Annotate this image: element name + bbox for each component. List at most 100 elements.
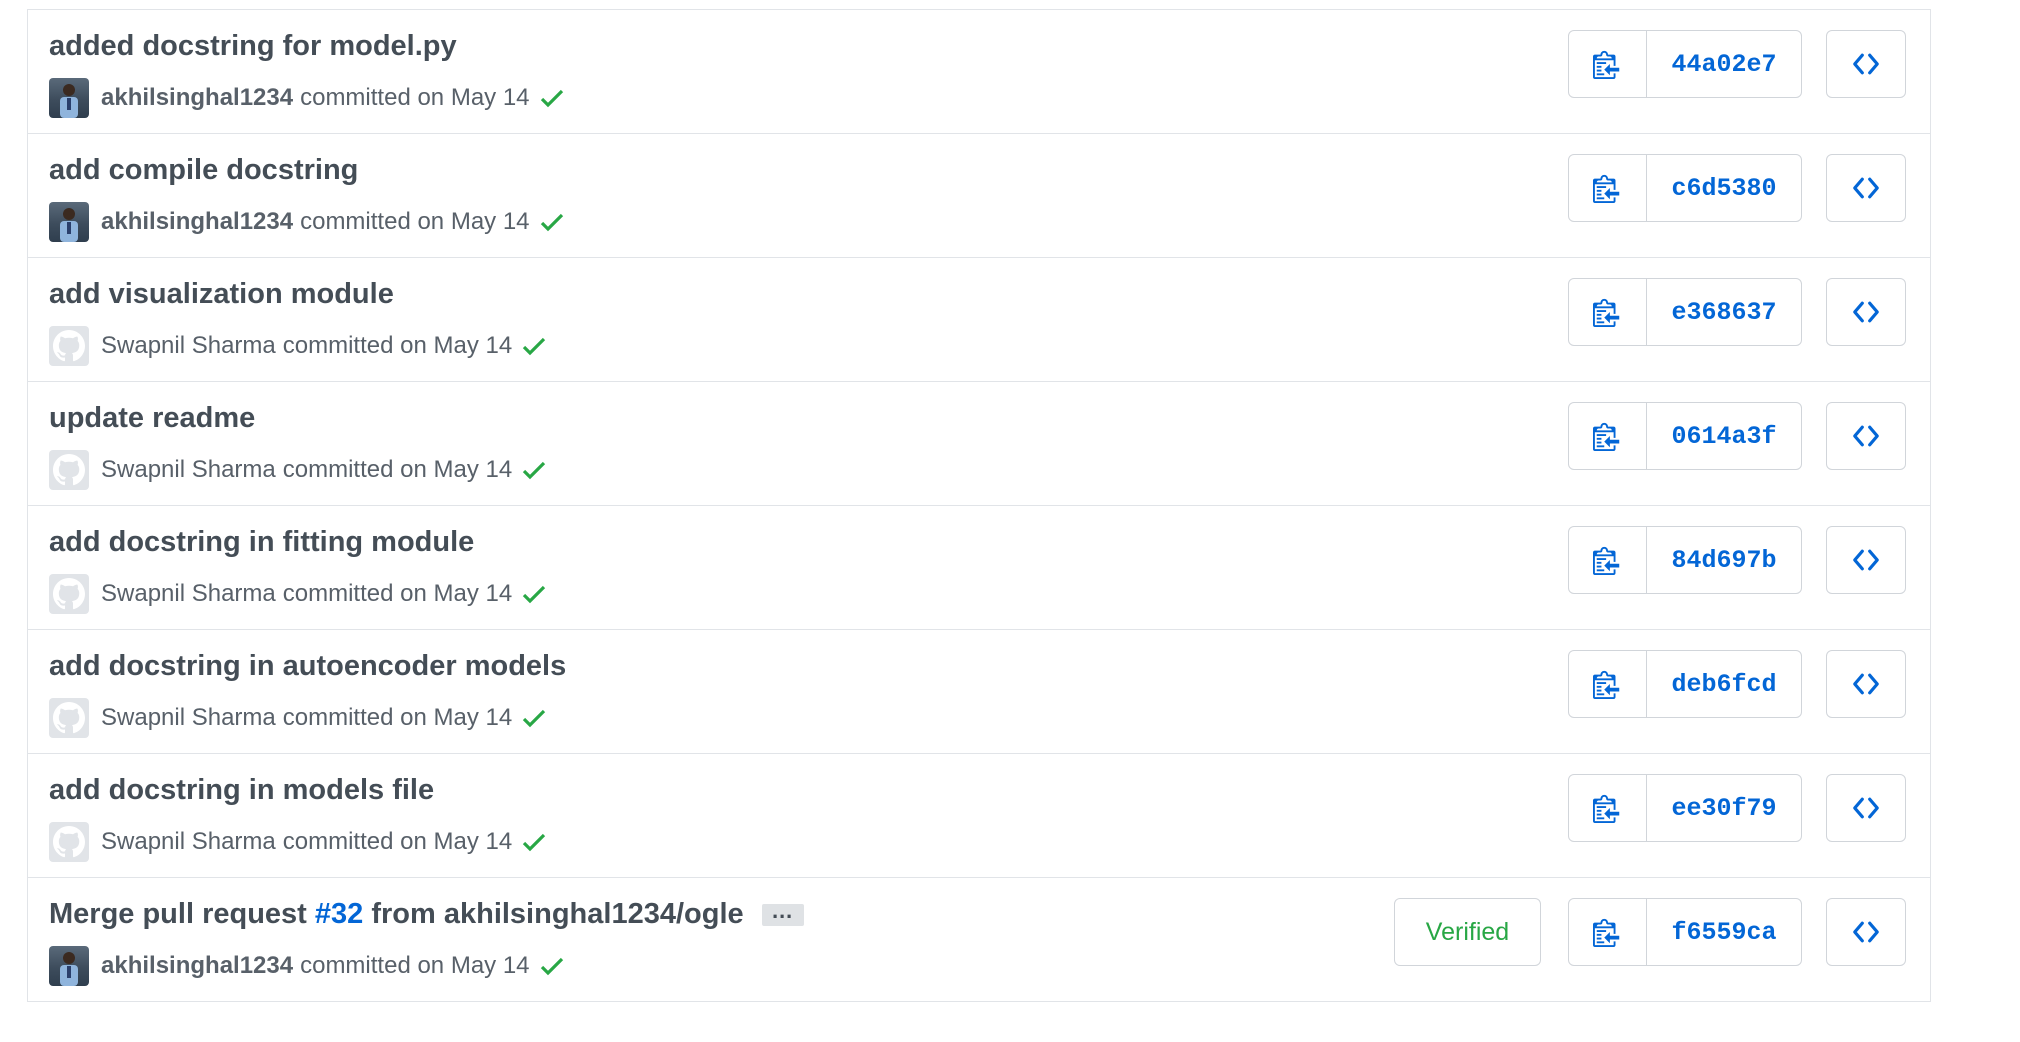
commit-sha-link[interactable]: ee30f79 [1647,775,1801,841]
sha-button-group: ee30f79 [1568,774,1802,842]
commit-row: add docstring in fitting module Swapnil … [28,506,1930,630]
commit-message[interactable]: add docstring in autoencoder models [49,650,566,683]
expand-message-button[interactable]: … [761,899,804,926]
check-icon[interactable] [522,706,546,730]
clippy-icon[interactable] [1569,899,1647,965]
clippy-icon[interactable] [1569,155,1647,221]
browse-files-button[interactable] [1826,650,1906,718]
commit-message[interactable]: add compile docstring [49,154,358,187]
commit-date: committed on May 14 [300,208,530,235]
avatar[interactable] [49,822,89,862]
clippy-icon[interactable] [1569,651,1647,717]
clippy-icon[interactable] [1569,527,1647,593]
commit-date: committed on May 14 [282,828,513,855]
clippy-icon[interactable] [1569,31,1647,97]
clippy-icon[interactable] [1569,279,1647,345]
commit-author: Swapnil Sharma [101,456,276,483]
commit-date: committed on May 14 [282,580,513,607]
browse-files-button[interactable] [1826,526,1906,594]
commit-meta: Swapnil Sharma committed on May 14 [49,450,546,490]
commit-author: Swapnil Sharma [101,704,276,731]
commit-sha-link[interactable]: 0614a3f [1647,403,1801,469]
commit-meta: Swapnil Sharma committed on May 14 [49,822,546,862]
commit-date: committed on May 14 [282,332,513,359]
code-icon [1853,549,1879,571]
commit-date: committed on May 14 [300,952,530,979]
commit-sha-link[interactable]: f6559ca [1647,899,1801,965]
commit-meta: Swapnil Sharma committed on May 14 [49,698,546,738]
code-icon [1853,177,1879,199]
check-icon[interactable] [522,458,546,482]
commit-list: added docstring for model.py akhilsingha… [27,9,1931,1002]
code-icon [1853,921,1879,943]
sha-button-group: deb6fcd [1568,650,1802,718]
check-icon[interactable] [540,210,564,234]
commit-sha-link[interactable]: deb6fcd [1647,651,1801,717]
commit-row: added docstring for model.py akhilsingha… [28,10,1930,134]
commit-sha-link[interactable]: c6d5380 [1647,155,1801,221]
commit-author[interactable]: akhilsinghal1234 [101,84,293,112]
sha-button-group: f6559ca [1568,898,1802,966]
check-icon[interactable] [540,954,564,978]
code-icon [1853,53,1879,75]
merge-message-prefix[interactable]: Merge pull request [49,898,307,931]
avatar[interactable] [49,450,89,490]
browse-files-button[interactable] [1826,278,1906,346]
commit-author: Swapnil Sharma [101,580,276,607]
avatar[interactable] [49,946,89,986]
commit-sha-link[interactable]: 84d697b [1647,527,1801,593]
sha-button-group: c6d5380 [1568,154,1802,222]
check-icon[interactable] [522,334,546,358]
sha-button-group: 44a02e7 [1568,30,1802,98]
commit-date: committed on May 14 [300,84,530,111]
merge-message-suffix[interactable]: from akhilsinghal1234/ogle [371,898,743,931]
commit-meta: Swapnil Sharma committed on May 14 [49,574,546,614]
commit-meta: akhilsinghal1234 committed on May 14 [49,946,564,986]
commit-message[interactable]: added docstring for model.py [49,30,457,63]
sha-button-group: e368637 [1568,278,1802,346]
commit-meta: Swapnil Sharma committed on May 14 [49,326,546,366]
commit-row: Merge pull request #32 from akhilsinghal… [28,878,1930,1002]
commit-meta: akhilsinghal1234 committed on May 14 [49,202,564,242]
code-icon [1853,673,1879,695]
pull-request-link[interactable]: #32 [315,898,363,931]
sha-button-group: 0614a3f [1568,402,1802,470]
commit-date: committed on May 14 [282,456,513,483]
check-icon[interactable] [540,86,564,110]
check-icon[interactable] [522,582,546,606]
commit-author: Swapnil Sharma [101,332,276,359]
commit-message[interactable]: add docstring in models file [49,774,434,807]
commit-row: add compile docstring akhilsinghal1234 c… [28,134,1930,258]
avatar[interactable] [49,326,89,366]
clippy-icon[interactable] [1569,403,1647,469]
commit-author[interactable]: akhilsinghal1234 [101,952,293,980]
avatar[interactable] [49,574,89,614]
commit-row: add visualization module Swapnil Sharma … [28,258,1930,382]
commit-sha-link[interactable]: e368637 [1647,279,1801,345]
browse-files-button[interactable] [1826,774,1906,842]
commit-row: add docstring in models file Swapnil Sha… [28,754,1930,878]
code-icon [1853,425,1879,447]
avatar[interactable] [49,698,89,738]
browse-files-button[interactable] [1826,30,1906,98]
verified-badge[interactable]: Verified [1394,898,1541,966]
commit-date: committed on May 14 [282,704,513,731]
clippy-icon[interactable] [1569,775,1647,841]
browse-files-button[interactable] [1826,402,1906,470]
browse-files-button[interactable] [1826,898,1906,966]
commit-message[interactable]: add visualization module [49,278,394,311]
commit-meta: akhilsinghal1234 committed on May 14 [49,78,564,118]
commit-row: update readme Swapnil Sharma committed o… [28,382,1930,506]
commit-message[interactable]: update readme [49,402,255,435]
commit-author[interactable]: akhilsinghal1234 [101,208,293,236]
commit-message: Merge pull request #32 from akhilsinghal… [49,898,804,931]
browse-files-button[interactable] [1826,154,1906,222]
commit-message[interactable]: add docstring in fitting module [49,526,474,559]
commit-author: Swapnil Sharma [101,828,276,855]
code-icon [1853,797,1879,819]
avatar[interactable] [49,202,89,242]
commit-sha-link[interactable]: 44a02e7 [1647,31,1801,97]
sha-button-group: 84d697b [1568,526,1802,594]
check-icon[interactable] [522,830,546,854]
avatar[interactable] [49,78,89,118]
